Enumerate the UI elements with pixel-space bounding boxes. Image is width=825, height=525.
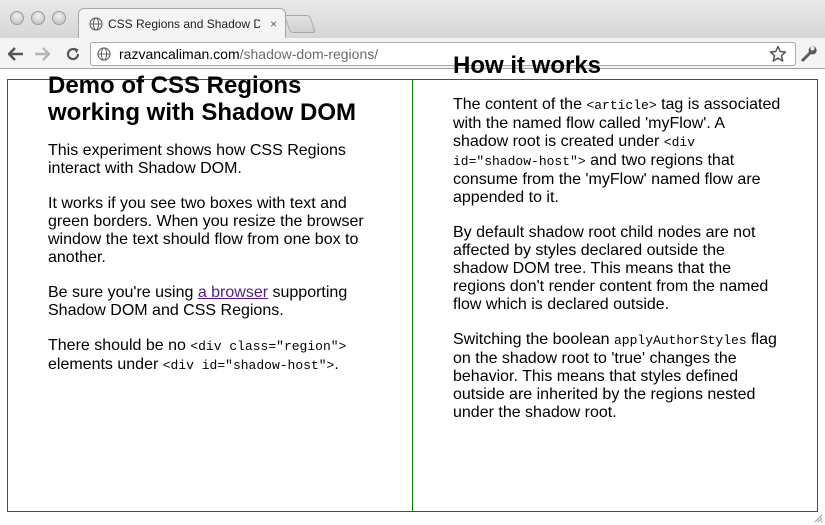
text-span: elements under: [48, 356, 163, 373]
code-apply-author-styles: applyAuthorStyles: [614, 333, 747, 348]
globe-icon: [89, 17, 103, 31]
close-window-button[interactable]: [10, 11, 24, 25]
text-span: There should be no: [48, 337, 191, 354]
arrow-right-icon: [35, 47, 50, 61]
code-article: <article>: [586, 98, 657, 113]
region-note-paragraph: There should be no <div class="region"> …: [48, 337, 378, 375]
browser-support-paragraph: Be sure you're using a browser supportin…: [48, 284, 378, 320]
text-span: .: [334, 356, 339, 373]
intro-paragraph: This experiment shows how CSS Regions in…: [48, 142, 346, 177]
url-host: razvancaliman.com: [119, 46, 240, 62]
tab-active[interactable]: CSS Regions and Shadow DOM ×: [78, 8, 286, 39]
left-column: Demo of CSS Regions working with Shadow …: [48, 72, 378, 392]
text-span: Switching the boolean: [453, 331, 614, 348]
text-span: Be sure you're using: [48, 284, 198, 301]
reload-icon: [66, 47, 80, 61]
page-globe-icon: [97, 47, 111, 61]
window-titlebar: CSS Regions and Shadow DOM ×: [0, 0, 825, 39]
code-div-region: <div class="region">: [190, 339, 347, 354]
reload-button[interactable]: [63, 44, 83, 64]
page-title: Demo of CSS Regions working with Shadow …: [48, 72, 356, 126]
works-paragraph: It works if you see two boxes with text …: [48, 195, 364, 266]
forward-button[interactable]: [32, 44, 52, 64]
tab-close-icon[interactable]: ×: [270, 17, 277, 31]
content-flow-paragraph: The content of the <article> tag is asso…: [453, 96, 783, 207]
back-button[interactable]: [6, 44, 26, 64]
zoom-window-button[interactable]: [52, 11, 66, 25]
wrench-icon[interactable]: [798, 43, 818, 63]
resize-grip-icon[interactable]: [813, 513, 823, 523]
code-div-shadow-host: <div id="shadow-host">: [162, 358, 335, 373]
new-tab-button[interactable]: [283, 15, 317, 33]
text-span: The content of the: [453, 96, 587, 113]
arrow-left-icon: [8, 47, 23, 61]
browser-support-link[interactable]: a browser: [198, 284, 268, 301]
right-column: How it works The content of the <article…: [453, 52, 783, 439]
url-path: /shadow-dom-regions/: [239, 46, 379, 62]
apply-author-styles-paragraph: Switching the boolean applyAuthorStyles …: [453, 331, 783, 422]
default-styles-paragraph: By default shadow root child nodes are n…: [453, 224, 769, 313]
section-title: How it works: [453, 52, 602, 79]
minimize-window-button[interactable]: [31, 11, 45, 25]
tab-title: CSS Regions and Shadow DOM: [108, 17, 260, 31]
